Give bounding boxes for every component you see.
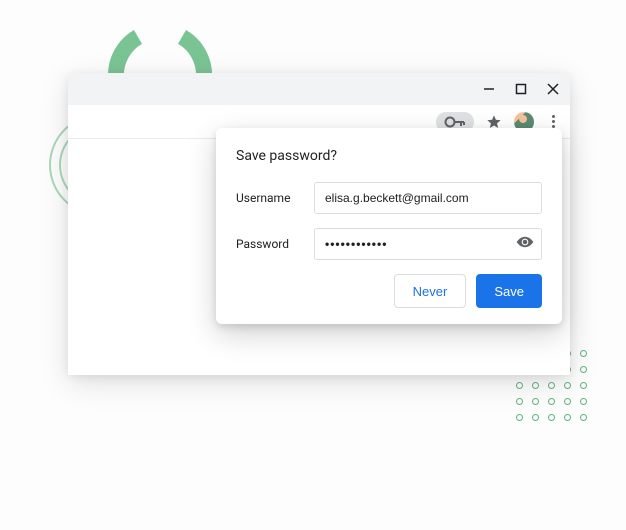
window-titlebar [68,73,570,105]
maximize-button[interactable] [514,82,528,96]
show-password-icon[interactable] [516,233,534,255]
password-label: Password [236,237,300,251]
close-button[interactable] [546,82,560,96]
password-row: Password [236,228,542,260]
popup-buttons: Never Save [236,274,542,308]
minimize-button[interactable] [482,82,496,96]
save-button[interactable]: Save [476,274,542,308]
username-label: Username [236,191,300,205]
popup-title: Save password? [236,148,542,164]
browser-window: Save password? Username Password Never S… [68,73,570,375]
overflow-menu-icon[interactable] [546,115,560,128]
password-input[interactable] [314,228,542,260]
username-input[interactable] [314,182,542,214]
username-row: Username [236,182,542,214]
never-button[interactable]: Never [394,274,467,308]
save-password-popup: Save password? Username Password Never S… [216,128,562,324]
